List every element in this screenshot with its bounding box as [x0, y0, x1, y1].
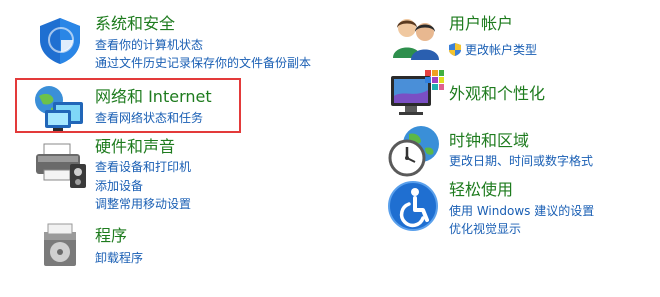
link-adjust-mobility-settings[interactable]: 调整常用移动设置 — [95, 196, 191, 212]
link-uninstall-program[interactable]: 卸载程序 — [95, 250, 143, 266]
link-view-devices-printers[interactable]: 查看设备和打印机 — [95, 159, 191, 175]
category-title-network-internet[interactable]: 网络和 Internet — [95, 87, 212, 107]
category-title-ease-of-access[interactable]: 轻松使用 — [449, 180, 513, 200]
link-add-device[interactable]: 添加设备 — [95, 178, 143, 194]
category-title-hardware-sound[interactable]: 硬件和声音 — [95, 137, 175, 157]
link-change-account-type[interactable]: 更改帐户类型 — [465, 42, 537, 58]
category-title-system-security[interactable]: 系统和安全 — [95, 14, 175, 34]
network-icon[interactable] — [31, 84, 89, 134]
shield-icon[interactable] — [34, 14, 86, 66]
link-file-history-backup[interactable]: 通过文件历史记录保存你的文件备份副本 — [95, 55, 311, 71]
programs-icon[interactable] — [38, 222, 82, 270]
category-title-user-accounts[interactable]: 用户帐户 — [449, 14, 513, 34]
uac-shield-icon — [449, 43, 461, 56]
display-icon[interactable] — [389, 68, 445, 120]
link-use-windows-recommended[interactable]: 使用 Windows 建议的设置 — [449, 203, 594, 219]
category-title-programs[interactable]: 程序 — [95, 226, 127, 246]
category-title-appearance[interactable]: 外观和个性化 — [449, 84, 545, 104]
accessibility-icon[interactable] — [387, 180, 439, 232]
link-change-date-time-format[interactable]: 更改日期、时间或数字格式 — [449, 153, 593, 169]
link-view-network-status[interactable]: 查看网络状态和任务 — [95, 110, 203, 126]
category-title-clock-region[interactable]: 时钟和区域 — [449, 131, 529, 151]
users-icon[interactable] — [391, 14, 441, 62]
clock-icon[interactable] — [387, 124, 443, 178]
printer-icon[interactable] — [34, 140, 88, 190]
link-optimize-visual-display[interactable]: 优化视觉显示 — [449, 221, 521, 237]
link-view-computer-status[interactable]: 查看你的计算机状态 — [95, 37, 203, 53]
